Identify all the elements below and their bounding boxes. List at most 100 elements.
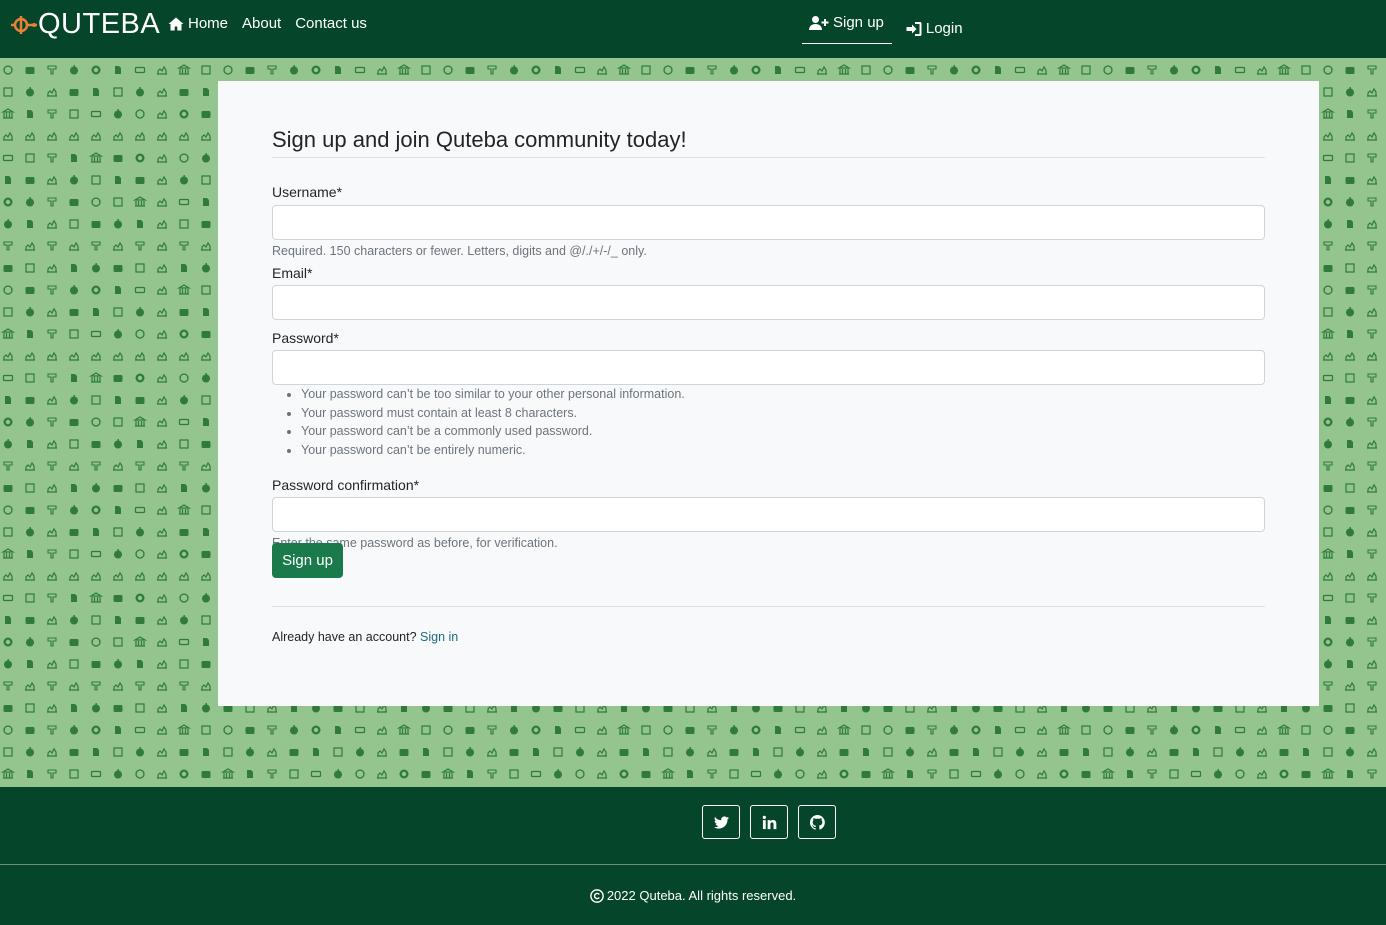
pattern-glyph: [1345, 571, 1355, 581]
pattern-glyph: [861, 65, 871, 75]
password-input[interactable]: [272, 350, 1265, 385]
pattern-glyph: [113, 705, 123, 712]
pattern-glyph: [135, 769, 145, 779]
pattern-glyph: [1367, 703, 1377, 713]
username-field-group: Username* Required. 150 characters or fe…: [272, 183, 1265, 259]
pattern-glyph: [47, 153, 57, 163]
pattern-glyph: [93, 528, 99, 536]
pattern-glyph: [157, 615, 167, 625]
pattern-glyph: [730, 725, 738, 735]
github-icon: [809, 814, 825, 830]
pattern-glyph: [47, 747, 57, 757]
pattern-glyph: [1169, 769, 1179, 779]
pattern-glyph: [576, 747, 584, 757]
pattern-glyph: [157, 417, 167, 427]
pattern-glyph: [310, 770, 322, 778]
pattern-glyph: [71, 484, 77, 492]
pattern-glyph: [69, 219, 79, 229]
pattern-glyph: [1345, 67, 1355, 74]
username-input[interactable]: [272, 205, 1265, 240]
pattern-glyph: [91, 221, 101, 228]
signin-link[interactable]: Sign in: [420, 630, 458, 644]
signup-submit-button[interactable]: Sign up: [272, 543, 343, 578]
pattern-glyph: [69, 749, 79, 756]
pattern-glyph: [2, 154, 14, 162]
pattern-glyph: [1324, 439, 1332, 449]
pattern-glyph: [91, 505, 101, 515]
pattern-glyph: [861, 725, 871, 735]
pattern-glyph: [1367, 417, 1377, 427]
pattern-glyph: [91, 417, 101, 427]
pattern-glyph: [1345, 263, 1355, 273]
nav-home[interactable]: Home: [168, 15, 228, 33]
pattern-glyph: [1325, 176, 1331, 184]
pattern-glyph: [201, 461, 211, 471]
linkedin-button[interactable]: [750, 805, 788, 839]
pattern-glyph: [26, 197, 34, 207]
pattern-glyph: [1147, 747, 1157, 757]
pattern-glyph: [132, 636, 148, 647]
pattern-glyph: [1257, 769, 1267, 779]
pattern-glyph: [157, 549, 167, 559]
pattern-glyph: [663, 725, 673, 735]
pattern-glyph: [176, 64, 192, 75]
pattern-glyph: [134, 506, 146, 514]
pattern-glyph: [290, 725, 298, 735]
pattern-glyph: [91, 615, 101, 625]
pattern-glyph: [113, 637, 123, 647]
pattern-glyph: [114, 329, 122, 339]
password-confirm-input[interactable]: [272, 497, 1265, 532]
pattern-glyph: [5, 176, 11, 184]
pattern-glyph: [1346, 637, 1354, 647]
pattern-glyph: [1276, 724, 1292, 735]
pattern-glyph: [1323, 681, 1333, 691]
pattern-glyph: [1367, 263, 1377, 273]
pattern-glyph: [26, 307, 34, 317]
nav-contact[interactable]: Contact us: [295, 15, 367, 33]
pattern-glyph: [47, 197, 57, 207]
pattern-glyph: [311, 725, 321, 735]
pattern-glyph: [1125, 67, 1135, 74]
pattern-glyph: [157, 637, 167, 647]
pattern-glyph: [1323, 65, 1333, 75]
pattern-glyph: [179, 329, 189, 339]
pattern-glyph: [91, 131, 101, 141]
nav-login[interactable]: Login: [906, 14, 963, 44]
pattern-glyph: [201, 175, 211, 185]
pattern-glyph: [179, 351, 189, 361]
pattern-glyph: [1301, 725, 1311, 735]
pattern-glyph: [3, 87, 13, 97]
pattern-glyph: [1081, 725, 1091, 735]
pattern-glyph: [135, 571, 145, 581]
pattern-glyph: [641, 771, 651, 778]
pattern-glyph: [289, 769, 299, 779]
pattern-glyph: [202, 153, 210, 163]
pattern-glyph: [421, 725, 431, 735]
pattern-glyph: [47, 505, 57, 515]
pattern-glyph: [995, 66, 1001, 74]
pattern-glyph: [3, 705, 13, 712]
pattern-glyph: [531, 725, 541, 735]
brand-link[interactable]: QUTEBA: [10, 8, 160, 40]
pattern-glyph: [47, 549, 57, 559]
pattern-glyph: [202, 593, 210, 603]
pattern-glyph: [1367, 725, 1377, 735]
pattern-glyph: [47, 417, 57, 427]
pattern-glyph: [1323, 87, 1333, 97]
pattern-glyph: [1303, 748, 1309, 756]
pattern-glyph: [1320, 328, 1336, 339]
github-button[interactable]: [798, 805, 836, 839]
email-input[interactable]: [272, 285, 1265, 320]
pattern-glyph: [245, 67, 255, 74]
twitter-button[interactable]: [702, 805, 740, 839]
pattern-glyph: [91, 395, 101, 405]
pattern-glyph: [203, 308, 209, 316]
signup-card: Sign up and join Quteba community today!…: [218, 81, 1319, 706]
pattern-glyph: [69, 351, 79, 361]
pattern-glyph: [794, 726, 806, 734]
nav-about[interactable]: About: [242, 15, 281, 33]
nav-signup[interactable]: Sign up: [802, 14, 892, 44]
pattern-glyph: [220, 768, 236, 779]
pattern-glyph: [179, 769, 189, 779]
pattern-glyph: [1322, 374, 1334, 382]
